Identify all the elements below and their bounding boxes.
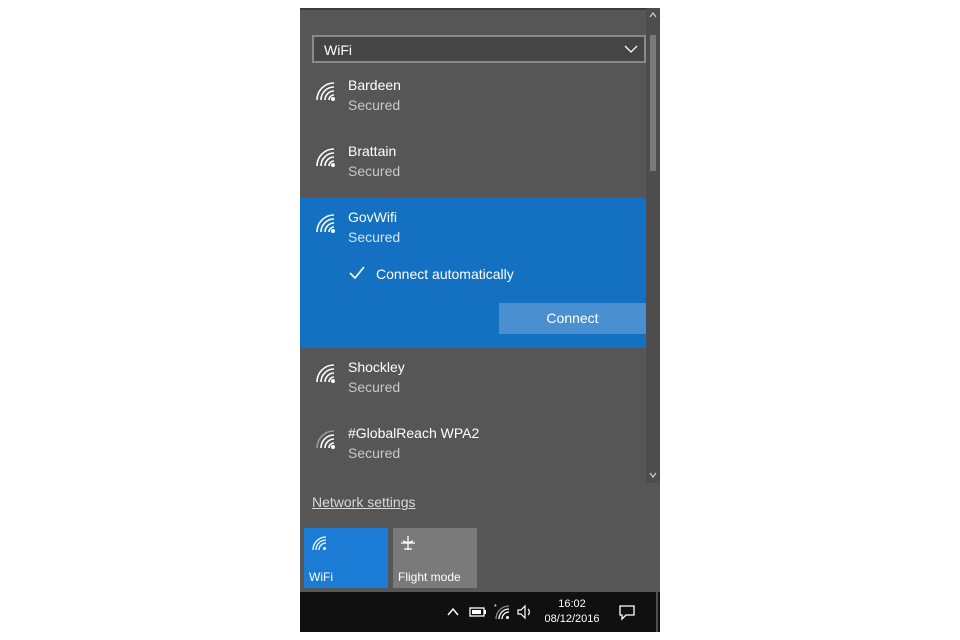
network-item-bardeen[interactable]: Bardeen Secured <box>300 66 646 132</box>
checkmark-icon <box>349 266 365 280</box>
clock-time: 16:02 <box>558 598 586 610</box>
wifi-signal-icon <box>316 364 335 383</box>
network-settings-link[interactable]: Network settings <box>312 494 415 510</box>
wifi-signal-icon <box>316 430 335 449</box>
wifi-icon[interactable]: * <box>493 603 511 621</box>
volume-icon[interactable] <box>516 604 534 620</box>
svg-text:*: * <box>494 604 497 611</box>
network-name: #GlobalReach WPA2 <box>348 425 480 441</box>
scrollbar-thumb[interactable] <box>650 35 656 171</box>
network-name: Shockley <box>348 359 405 375</box>
show-desktop-divider[interactable] <box>656 592 658 632</box>
wifi-signal-icon <box>316 214 335 233</box>
network-name: GovWifi <box>348 209 397 225</box>
flyout-top-border <box>300 8 660 10</box>
wifi-signal-icon <box>316 148 335 167</box>
action-center-icon[interactable] <box>618 603 636 621</box>
connect-button[interactable]: Connect <box>499 303 646 334</box>
network-status: Secured <box>348 445 401 461</box>
network-item-shockley[interactable]: Shockley Secured <box>300 348 646 414</box>
network-flyout: WiFi Bardeen Secured Brattain Secured Go… <box>300 8 660 592</box>
chevron-down-icon <box>624 45 638 53</box>
wifi-quick-action-tile[interactable]: WiFi <box>304 528 388 588</box>
network-item-brattain[interactable]: Brattain Secured <box>300 132 646 198</box>
network-status: Secured <box>348 379 401 395</box>
flight-mode-tile-label: Flight mode <box>398 570 461 584</box>
network-filter-value: WiFi <box>324 42 352 58</box>
wifi-signal-icon <box>316 82 335 101</box>
network-name: Bardeen <box>348 77 401 93</box>
network-status: Secured <box>348 97 401 113</box>
network-item-globalreach[interactable]: #GlobalReach WPA2 Secured <box>300 414 646 480</box>
scroll-up-arrow-icon[interactable] <box>648 10 658 20</box>
connect-automatically-label: Connect automatically <box>376 266 514 282</box>
clock-date: 08/12/2016 <box>544 613 600 625</box>
chevron-up-icon[interactable] <box>446 606 460 618</box>
network-status: Secured <box>348 163 401 179</box>
taskbar: * 16:02 08/12/2016 <box>300 592 660 632</box>
network-filter-dropdown[interactable]: WiFi <box>312 35 646 63</box>
wifi-tile-label: WiFi <box>309 570 333 584</box>
network-item-govwifi[interactable]: GovWifi Secured Connect automatically Co… <box>300 198 646 348</box>
airplane-icon <box>401 536 415 550</box>
battery-icon[interactable] <box>469 605 487 619</box>
network-name: Brattain <box>348 143 397 159</box>
wifi-icon <box>312 536 327 551</box>
taskbar-clock[interactable]: 16:02 08/12/2016 <box>538 597 606 627</box>
network-status: Secured <box>348 229 401 245</box>
network-list-scrollbar[interactable] <box>646 8 660 483</box>
flight-mode-quick-action-tile[interactable]: Flight mode <box>393 528 477 588</box>
scroll-down-arrow-icon[interactable] <box>648 470 658 480</box>
